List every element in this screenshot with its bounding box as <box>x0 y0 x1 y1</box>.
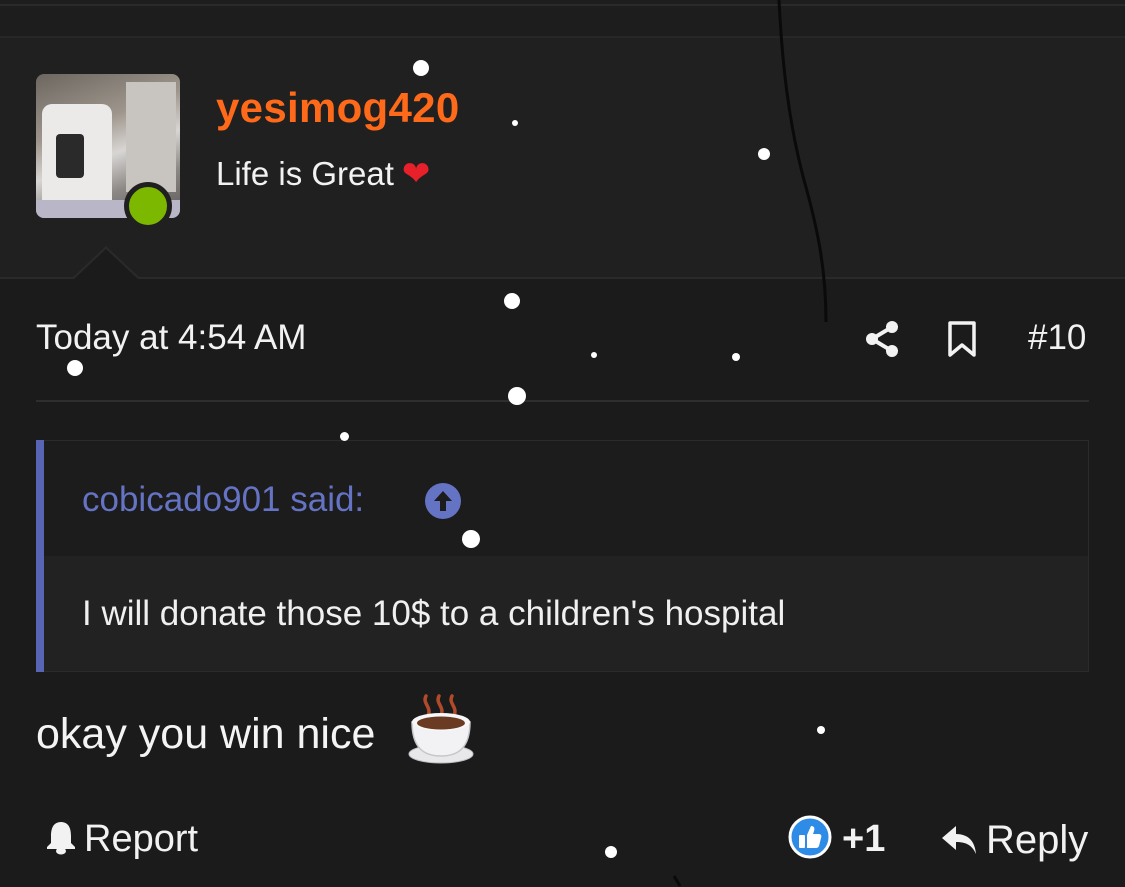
thumbs-up-icon[interactable] <box>788 815 832 859</box>
snow-particle <box>413 60 429 76</box>
panel-caret-inner <box>74 249 138 279</box>
scratch-line <box>777 0 828 323</box>
scratch-line <box>672 875 682 887</box>
snow-particle <box>732 353 740 361</box>
snow-particle <box>605 846 617 858</box>
top-bar <box>0 0 1125 38</box>
post-number-link[interactable]: #10 <box>1028 318 1086 358</box>
user-panel-divider <box>0 277 1125 279</box>
coffee-emoji <box>408 694 474 764</box>
report-button[interactable]: Report <box>44 818 198 864</box>
post-message: okay you win nice <box>36 710 376 758</box>
snow-particle <box>462 530 480 548</box>
snow-particle <box>591 352 597 358</box>
snow-particle <box>67 360 83 376</box>
post-date[interactable]: Today at 4:54 AM <box>36 318 306 358</box>
reply-button[interactable]: Reply <box>940 818 1088 863</box>
bookmark-icon[interactable] <box>946 320 978 358</box>
user-title-text: Life is Great <box>216 155 394 192</box>
snow-particle <box>508 387 526 405</box>
quote-text: I will donate those 10$ to a children's … <box>82 594 786 633</box>
snow-particle <box>512 120 518 126</box>
bell-icon <box>47 822 75 855</box>
snow-particle <box>817 726 825 734</box>
username-link[interactable]: yesimog420 <box>216 84 459 132</box>
like-count[interactable]: +1 <box>842 818 885 861</box>
heart-emoji: ❤ <box>401 155 431 193</box>
reply-label: Reply <box>986 818 1089 862</box>
online-status-icon <box>124 182 172 230</box>
reply-arrow-icon <box>942 826 976 854</box>
share-icon[interactable] <box>864 320 900 358</box>
user-title: Life is Great ❤ <box>216 154 430 194</box>
arrow-up-circle-icon[interactable] <box>424 482 462 520</box>
snow-particle <box>340 432 349 441</box>
snow-particle <box>504 293 520 309</box>
quote-accent-bar <box>36 440 44 672</box>
report-label: Report <box>84 818 199 860</box>
meta-divider <box>36 400 1089 402</box>
quote-author-link[interactable]: cobicado901 said: <box>82 480 364 520</box>
